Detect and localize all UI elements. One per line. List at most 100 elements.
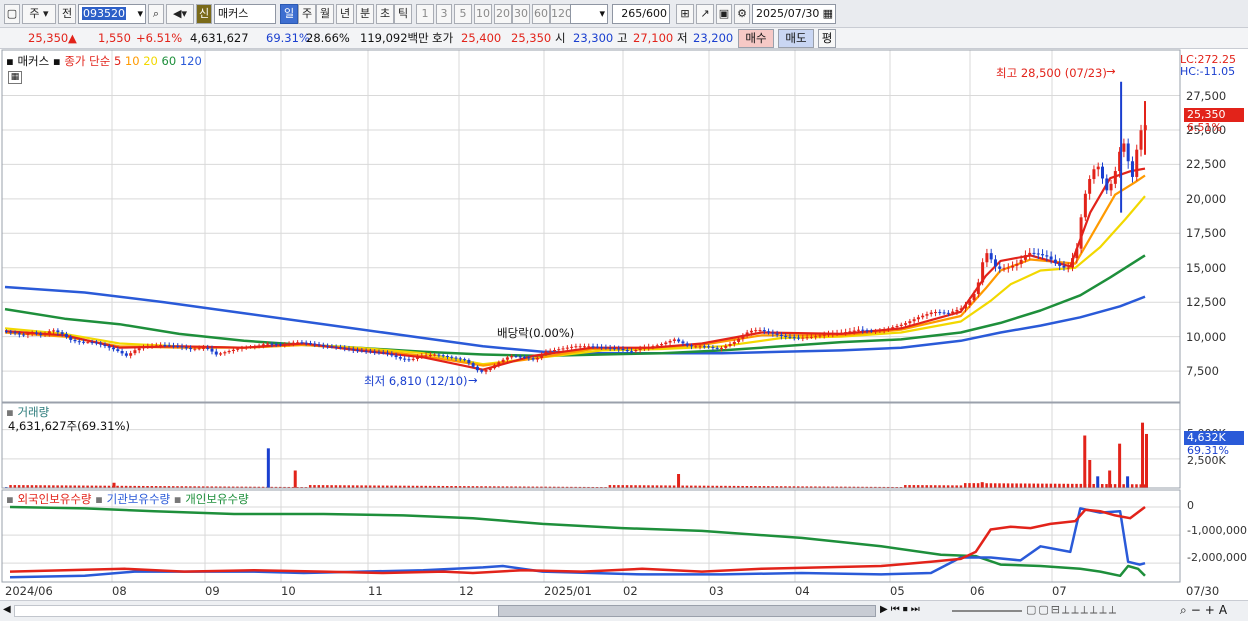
candle-body: [565, 347, 569, 349]
stock-legend-name[interactable]: 매커스: [17, 54, 49, 68]
ma-legend-60[interactable]: 60: [158, 54, 177, 68]
candle-body: [493, 365, 497, 369]
candle-body: [1015, 263, 1019, 266]
candle-body: [535, 357, 539, 360]
candle-body: [737, 338, 741, 342]
volume-bar: [1096, 476, 1100, 488]
volume-bar: [1045, 483, 1048, 488]
candle-body: [206, 347, 210, 349]
candle-body: [668, 340, 672, 343]
candle-body: [882, 329, 886, 331]
scroll-bar[interactable]: ◀ ▶⏮⏹⏭ ▢▢⊟⟂⟂⟂⟂⟂⟂ ⌕−+A: [0, 600, 1248, 621]
candle-body: [732, 341, 736, 344]
candle-body: [176, 345, 180, 347]
candle-body: [707, 346, 711, 348]
candle-body: [784, 335, 788, 337]
ma-legend-items: 5 10 20 60 120: [114, 54, 202, 68]
foreign-legend[interactable]: 외국인보유수량: [17, 492, 91, 506]
candle-body: [56, 330, 60, 333]
candle-body: [993, 259, 997, 267]
candle-body: [1113, 171, 1117, 184]
ma-legend-label[interactable]: 종가 단순: [64, 54, 110, 68]
individual-legend[interactable]: 개인보유수량: [185, 492, 248, 506]
scroll-left-icon[interactable]: ◀: [3, 604, 11, 615]
candle-body: [133, 350, 137, 354]
volume-bar: [1015, 483, 1018, 488]
volume-bars: [5, 422, 1148, 488]
price-tick: 22,500: [1186, 157, 1227, 172]
ma-legend-120[interactable]: 120: [176, 54, 202, 68]
square-icon: ▪: [173, 492, 182, 506]
candle-body: [989, 253, 993, 260]
candle-body: [1092, 169, 1096, 180]
candle-body: [411, 358, 415, 360]
candle-body: [433, 354, 437, 356]
candle-body: [373, 351, 377, 353]
volume-tag: 4,632K: [1184, 431, 1244, 445]
candle-body: [1079, 217, 1083, 249]
playback-controls[interactable]: ▶⏮⏹⏭: [880, 604, 923, 615]
volume-bar: [293, 470, 297, 488]
candle-body: [394, 355, 398, 358]
candle-body: [22, 334, 26, 336]
candle-body: [223, 352, 227, 354]
square-icon: ▪: [6, 54, 14, 68]
holdings-tick-0: 0: [1187, 499, 1194, 512]
candle-body: [981, 262, 985, 283]
volume-bar: [1135, 484, 1138, 488]
low-annotation: 최저 6,810 (12/10): [364, 374, 468, 388]
volume-bar: [1071, 483, 1074, 488]
candle-body: [77, 341, 81, 343]
volume-bar: [1062, 483, 1065, 488]
ma-legend-20[interactable]: 20: [140, 54, 158, 68]
candle-body: [454, 357, 458, 359]
candle-body: [343, 347, 347, 349]
candle-body: [655, 345, 659, 347]
candle-body: [484, 370, 488, 372]
candle-body: [505, 357, 509, 360]
candle-body: [360, 350, 364, 352]
candle-body: [531, 358, 535, 360]
candle-body: [809, 336, 813, 338]
hc-value: HC:-11.05: [1180, 65, 1236, 78]
volume-bar: [266, 448, 270, 488]
candle-body: [1075, 248, 1079, 259]
candle-body: [792, 337, 796, 339]
candle-body: [338, 347, 342, 349]
candle-body: [664, 342, 668, 345]
volume-bar: [1126, 476, 1130, 488]
candle-body: [94, 342, 98, 344]
candle-body: [818, 335, 822, 337]
candle-body: [30, 332, 34, 334]
volume-bar: [1006, 483, 1010, 488]
table-icon[interactable]: ▦: [8, 71, 22, 84]
ma-legend-10[interactable]: 10: [121, 54, 140, 68]
candle-body: [326, 345, 330, 347]
candle-body: [253, 346, 257, 348]
volume-bar: [1075, 483, 1078, 488]
candle-body: [638, 348, 642, 351]
time-tick: 05: [890, 584, 905, 598]
candle-body: [775, 333, 779, 335]
candle-body: [621, 348, 625, 350]
institution-legend[interactable]: 기관보유수량: [107, 492, 170, 506]
candle-body: [685, 343, 689, 346]
chart-tools-icons[interactable]: ▢▢⊟⟂⟂⟂⟂⟂⟂: [1026, 603, 1118, 617]
scroll-track[interactable]: [14, 605, 500, 617]
candle-body: [895, 325, 899, 328]
candle-body: [52, 330, 56, 332]
candle-body: [1130, 161, 1134, 177]
individual-holdings-line: [9, 505, 1146, 578]
time-tick: 10: [281, 584, 296, 598]
stock-chart[interactable]: [0, 0, 1248, 621]
scroll-thumb[interactable]: [498, 605, 876, 617]
candle-body: [5, 331, 8, 333]
candle-body: [150, 345, 154, 347]
volume-title[interactable]: 거래량: [17, 405, 49, 419]
candle-body: [839, 332, 843, 334]
candle-body: [1071, 258, 1075, 268]
zoom-controls[interactable]: ⌕−+A: [1180, 603, 1231, 618]
zoom-slider[interactable]: [952, 610, 1022, 612]
candle-body: [1019, 259, 1023, 264]
candle-body: [60, 332, 64, 335]
